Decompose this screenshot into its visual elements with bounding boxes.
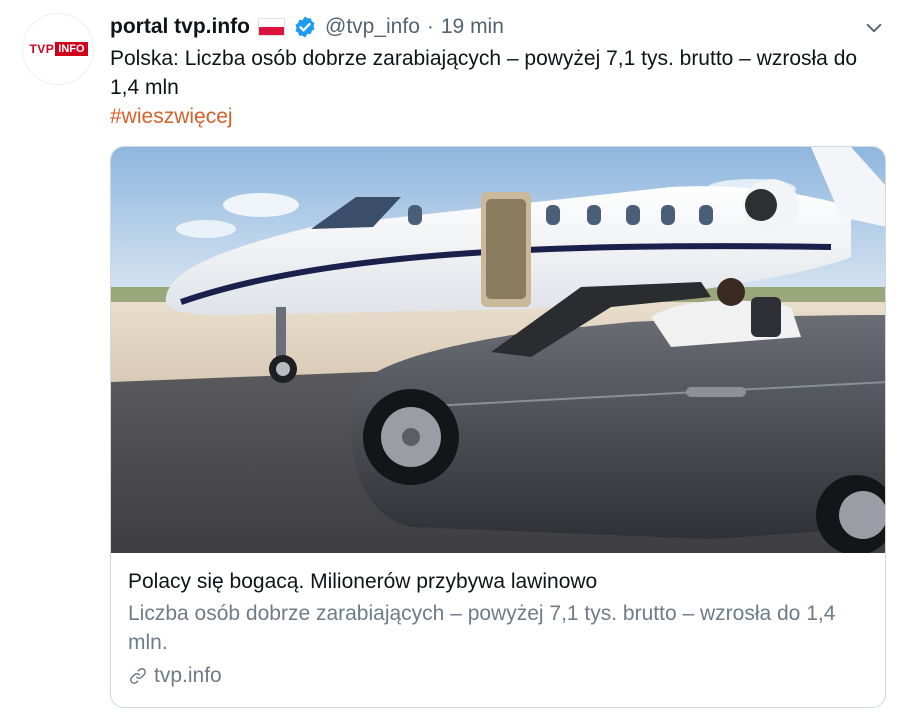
card-domain[interactable]: tvp.info [128, 661, 868, 690]
link-preview-card[interactable]: Polacy się bogacą. Milionerów przybywa l… [110, 146, 886, 708]
card-image[interactable] [111, 147, 886, 553]
polish-flag-icon [258, 18, 285, 36]
logo-tvp-text: TVP [28, 42, 56, 56]
verified-badge-icon [295, 16, 315, 38]
chevron-down-icon[interactable] [863, 17, 885, 39]
tweet-timestamp[interactable]: 19 min [441, 15, 504, 39]
avatar[interactable]: TVP INFO [22, 13, 94, 85]
card-domain-text: tvp.info [154, 664, 222, 687]
tweet-header: portal tvp.info @tvp_info · 19 min [110, 12, 504, 42]
tvp-info-logo: TVP INFO [28, 42, 88, 56]
separator-dot: · [426, 15, 434, 38]
card-description: Liczba osób dobrze zarabiających – powyż… [128, 602, 836, 654]
logo-info-text: INFO [55, 42, 88, 56]
link-icon [130, 667, 146, 684]
card-title[interactable]: Polacy się bogacą. Milionerów przybywa l… [128, 567, 868, 596]
card-body: Polacy się bogacą. Milionerów przybywa l… [128, 567, 868, 690]
author-handle[interactable]: @tvp_info [325, 15, 420, 39]
hashtag-link[interactable]: #wieszwięcej [110, 102, 233, 131]
author-name[interactable]: portal tvp.info [110, 15, 250, 39]
tweet-text: Polska: Liczba osób dobrze zarabiających… [110, 47, 858, 99]
